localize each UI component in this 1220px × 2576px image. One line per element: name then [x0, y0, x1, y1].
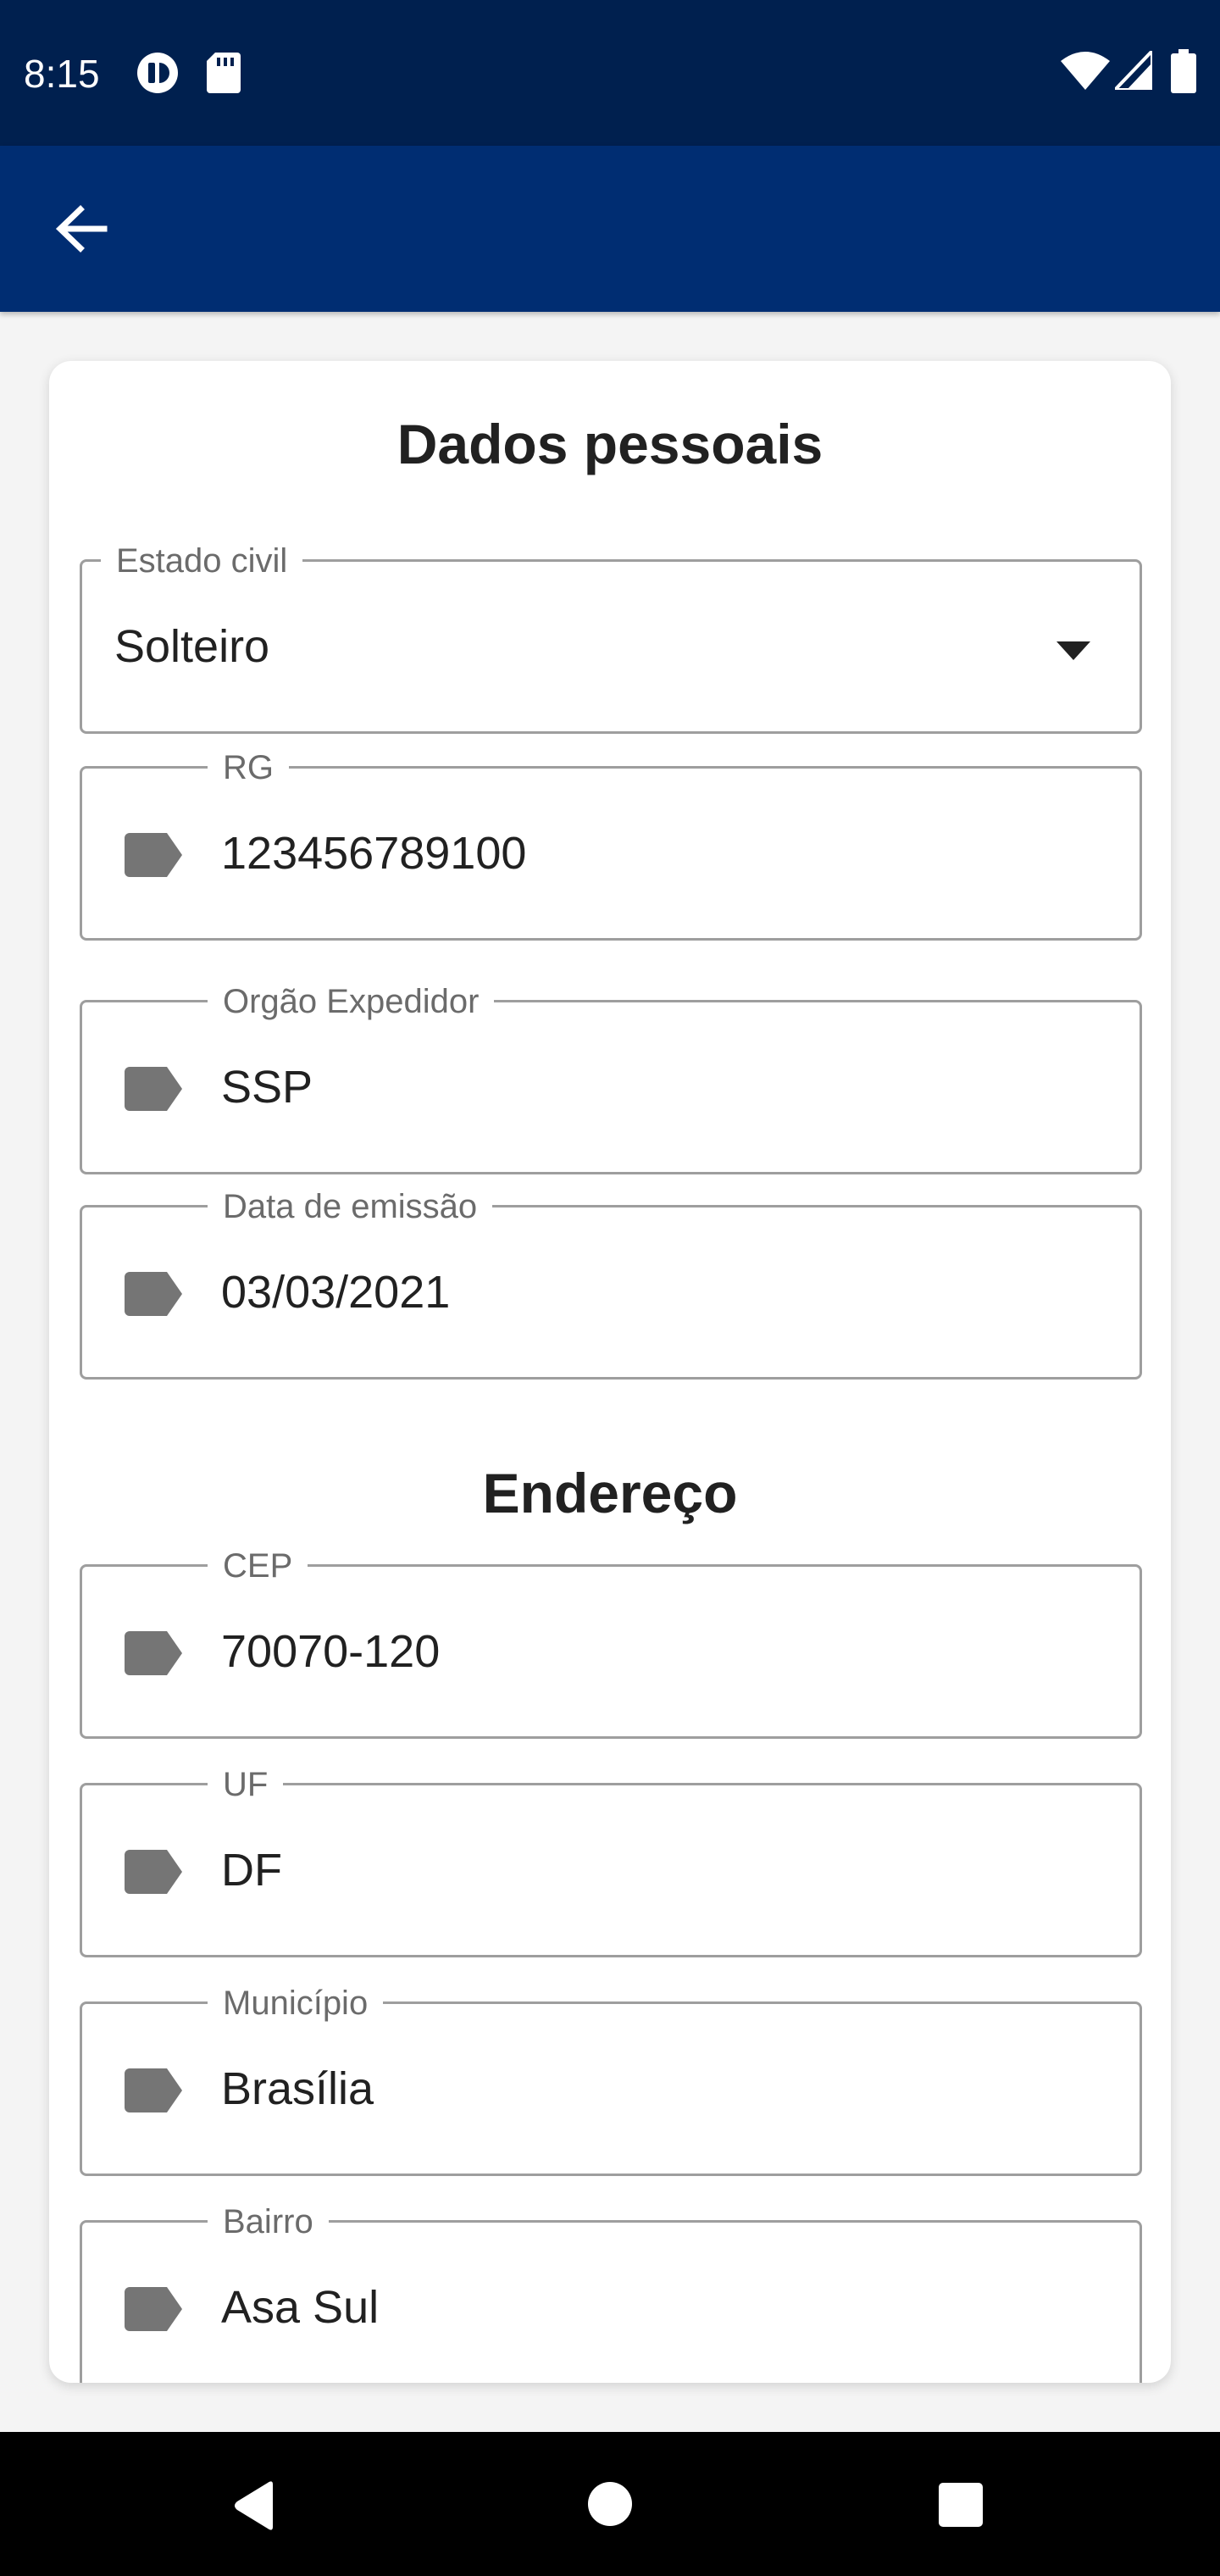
issuer-field[interactable]: Orgão Expedidor SSP	[80, 982, 1142, 1174]
label-icon	[125, 1272, 182, 1316]
rg-field[interactable]: RG 123456789100	[80, 748, 1142, 941]
cep-label: CEP	[208, 1546, 308, 1585]
label-icon	[125, 833, 182, 877]
dropdown-arrow-icon	[1056, 641, 1090, 660]
municipio-field[interactable]: Município Brasília	[80, 1984, 1142, 2176]
marital-status-select[interactable]: Estado civil Solteiro	[80, 541, 1142, 734]
municipio-label: Município	[208, 1984, 384, 2023]
marital-status-label: Estado civil	[101, 541, 303, 580]
arrow-back-icon	[55, 205, 108, 253]
label-icon	[125, 2068, 182, 2112]
data-saver-icon	[137, 53, 178, 93]
issue-date-field[interactable]: Data de emissão 03/03/2021	[80, 1187, 1142, 1380]
uf-field[interactable]: UF DF	[80, 1765, 1142, 1957]
cep-field[interactable]: CEP 70070-120	[80, 1546, 1142, 1739]
label-icon	[125, 1067, 182, 1111]
marital-status-value: Solteiro	[114, 621, 270, 672]
issuer-value: SSP	[221, 1062, 313, 1113]
uf-value: DF	[221, 1845, 282, 1896]
back-triangle-icon[interactable]	[230, 2479, 278, 2532]
wifi-icon	[1061, 52, 1110, 90]
issuer-label: Orgão Expedidor	[208, 982, 495, 1021]
section-title-personal-data: Dados pessoais	[396, 413, 824, 475]
back-button[interactable]	[41, 188, 122, 269]
rg-value: 123456789100	[221, 828, 527, 879]
system-nav-bar	[0, 2432, 1220, 2576]
signal-icon	[1115, 51, 1152, 90]
battery-icon	[1171, 49, 1196, 93]
label-icon	[125, 2287, 182, 2331]
recents-square-icon[interactable]	[939, 2483, 983, 2527]
section-title-address: Endereço	[482, 1462, 738, 1524]
bairro-field[interactable]: Bairro Asa Sul	[80, 2202, 1142, 2383]
content-scroll-area[interactable]: Dados pessoais Estado civil Solteiro RG …	[0, 312, 1220, 2432]
form-card: Dados pessoais Estado civil Solteiro RG …	[49, 361, 1171, 2383]
bairro-label: Bairro	[208, 2202, 329, 2241]
issue-date-value: 03/03/2021	[221, 1267, 451, 1318]
status-bar: 8:15	[0, 0, 1220, 146]
rg-label: RG	[208, 748, 289, 787]
cep-value: 70070-120	[221, 1626, 441, 1677]
app-bar	[0, 146, 1220, 312]
label-icon	[125, 1850, 182, 1894]
sd-card-icon	[207, 53, 241, 93]
issue-date-label: Data de emissão	[208, 1187, 493, 1226]
bairro-value: Asa Sul	[221, 2282, 380, 2333]
home-circle-icon[interactable]	[587, 2481, 633, 2527]
status-time: 8:15	[24, 52, 100, 96]
uf-label: UF	[208, 1765, 284, 1804]
municipio-value: Brasília	[221, 2063, 374, 2114]
label-icon	[125, 1631, 182, 1675]
